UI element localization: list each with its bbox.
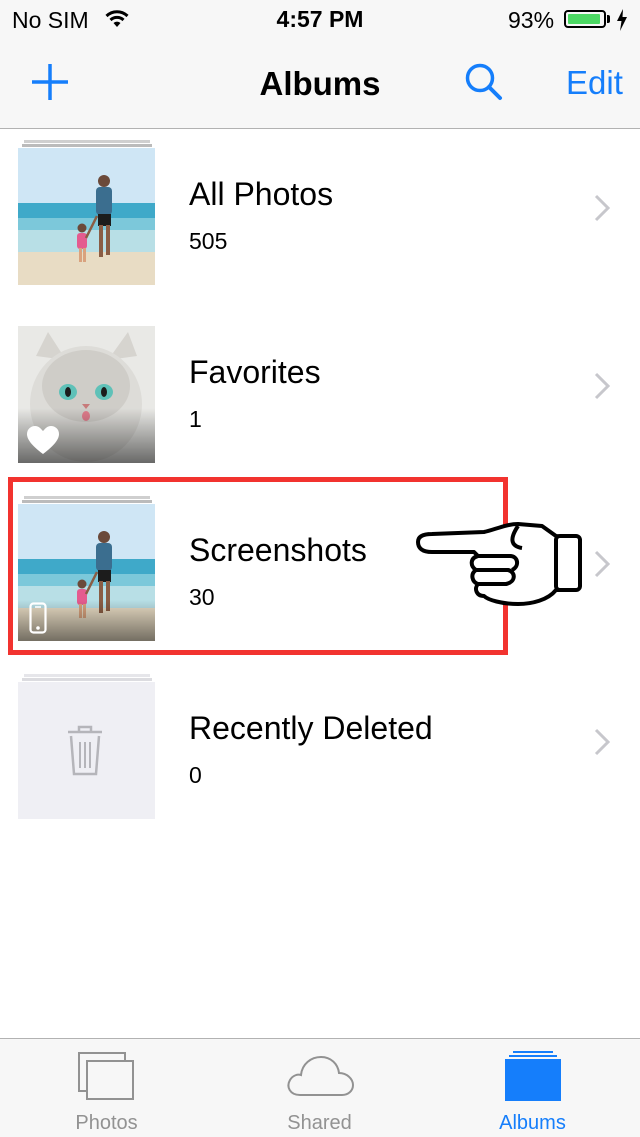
battery-nub <box>607 15 610 23</box>
chevron-right-icon <box>594 372 610 400</box>
trash-icon <box>68 725 102 776</box>
pointing-hand-icon <box>416 522 582 606</box>
tab-bar: Photos Shared Albums <box>0 1038 640 1137</box>
chevron-right-icon <box>594 728 610 756</box>
chevron-right-icon <box>594 194 610 222</box>
stack-edge <box>22 678 152 681</box>
tab-albums[interactable]: Albums <box>426 1039 639 1137</box>
heart-icon <box>27 426 59 454</box>
album-row-recently-deleted[interactable]: Recently Deleted 0 <box>0 662 640 840</box>
album-title: All Photos <box>189 176 334 212</box>
albums-tab-icon <box>426 1051 639 1107</box>
tab-label: Photos <box>75 1112 138 1134</box>
album-thumbnail-beach <box>18 148 155 285</box>
stack-edge <box>24 140 150 143</box>
battery-icon <box>564 10 606 28</box>
stack-edge <box>24 674 150 677</box>
album-count: 0 <box>189 762 202 788</box>
battery-level <box>568 14 600 24</box>
search-icon[interactable] <box>462 60 508 106</box>
cloud-icon <box>213 1051 426 1107</box>
album-row-favorites[interactable]: Favorites 1 <box>0 306 640 484</box>
tab-photos[interactable]: Photos <box>0 1039 213 1137</box>
album-count: 505 <box>189 228 228 254</box>
tab-shared[interactable]: Shared <box>213 1039 426 1137</box>
album-title: Recently Deleted <box>189 710 433 746</box>
charging-bolt-icon <box>617 9 627 31</box>
status-bar: No SIM 4:57 PM 93% <box>0 0 640 40</box>
navigation-bar: Albums Edit <box>0 40 640 129</box>
tab-label: Shared <box>287 1112 352 1134</box>
chevron-right-icon <box>594 550 610 578</box>
album-title: Favorites <box>189 354 321 390</box>
album-row-all-photos[interactable]: All Photos 505 <box>0 128 640 306</box>
stack-edge <box>22 144 152 147</box>
page-title: Albums <box>259 65 381 102</box>
battery-percent: 93% <box>508 7 555 33</box>
photos-tab-icon <box>0 1051 213 1107</box>
edit-button[interactable]: Edit <box>566 64 623 102</box>
album-count: 1 <box>189 406 202 432</box>
tab-label: Albums <box>499 1112 566 1134</box>
